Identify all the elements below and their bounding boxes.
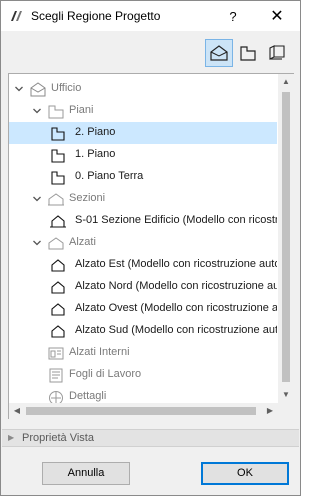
chevron-down-icon[interactable] xyxy=(14,84,24,94)
tree-item[interactable]: Ufficio xyxy=(9,78,277,100)
house-icon xyxy=(210,45,228,61)
vertical-scrollbar[interactable]: ▲ ▼ xyxy=(278,74,294,403)
tree-item[interactable]: 0. Piano Terra xyxy=(9,166,277,188)
worksheet-icon xyxy=(49,368,63,383)
layout-book-icon xyxy=(269,45,285,60)
tree-item-label: 2. Piano xyxy=(75,126,116,138)
tree-item[interactable]: Alzato Sud (Modello con ricostruzione au… xyxy=(9,320,277,342)
tree-item[interactable]: Fogli di Lavoro xyxy=(9,364,277,386)
tree-item-label: Alzato Ovest (Modello con ricostruzione … xyxy=(75,302,277,314)
project-map-view-button[interactable] xyxy=(205,39,233,67)
tree-item-label: Ufficio xyxy=(51,82,82,94)
tree-item-label: 1. Piano xyxy=(75,148,116,160)
scrollbar-corner xyxy=(278,403,294,419)
project-house-icon xyxy=(30,82,46,97)
section-folder-icon xyxy=(48,193,64,206)
floorplan-icon xyxy=(51,171,65,185)
tree-item-label: Alzato Sud (Modello con ricostruzione au… xyxy=(75,324,277,336)
elevation-icon xyxy=(51,281,65,294)
tree-item-label: Dettagli xyxy=(69,390,107,402)
floorplan-icon xyxy=(51,149,65,163)
horizontal-scroll-thumb[interactable] xyxy=(26,407,256,415)
chevron-down-icon[interactable] xyxy=(32,106,42,116)
tree-item[interactable]: Piani xyxy=(9,100,277,122)
tree-item[interactable]: Alzato Nord (Modello con ricostruzione a… xyxy=(9,276,277,298)
tree-item-label: Piani xyxy=(69,104,94,116)
tree-item-label: Alzati Interni xyxy=(69,346,130,358)
tree-item[interactable]: S-01 Sezione Edificio (Modello con ricos… xyxy=(9,210,277,232)
scroll-up-icon[interactable]: ▲ xyxy=(278,74,294,90)
app-icon xyxy=(11,11,22,21)
horizontal-scrollbar[interactable]: ◀ ▶ xyxy=(9,403,278,419)
section-icon xyxy=(50,215,66,228)
floorplan-folder-icon xyxy=(48,105,64,119)
project-tree[interactable]: Dettagli Fogli di Lavoro Alzati Interni Alz… xyxy=(8,73,294,419)
view-map-view-button[interactable] xyxy=(234,39,262,67)
chevron-down-icon[interactable] xyxy=(32,238,42,248)
tree-item-label: S-01 Sezione Edificio (Modello con ricos… xyxy=(75,214,277,226)
tree-item-label: 0. Piano Terra xyxy=(75,170,144,182)
title-bar: Scegli Regione Progetto ? ✕ xyxy=(1,1,300,31)
tree-item-label: Fogli di Lavoro xyxy=(69,368,142,380)
close-button[interactable]: ✕ xyxy=(263,6,291,28)
elevation-icon xyxy=(51,325,65,338)
scroll-down-icon[interactable]: ▼ xyxy=(278,387,294,403)
tree-item[interactable]: 2. Piano xyxy=(9,122,277,144)
floorplan-view-icon xyxy=(240,46,256,61)
expand-arrow-icon[interactable]: ▶ xyxy=(8,433,14,442)
tree-item-label: Alzato Est (Modello con ricostruzione au… xyxy=(75,258,277,270)
elevation-icon xyxy=(51,303,65,316)
tree-item-label: Sezioni xyxy=(69,192,106,204)
chevron-down-icon[interactable] xyxy=(32,194,42,204)
floorplan-icon xyxy=(51,127,65,141)
tree-item[interactable]: Alzato Ovest (Modello con ricostruzione … xyxy=(9,298,277,320)
tree-item-label: Alzato Nord (Modello con ricostruzione a… xyxy=(75,280,277,292)
tree-item[interactable]: Alzati Interni xyxy=(9,342,277,364)
scroll-left-icon[interactable]: ◀ xyxy=(9,403,25,419)
tree-item[interactable]: 1. Piano xyxy=(9,144,277,166)
vertical-scroll-thumb[interactable] xyxy=(282,92,290,382)
view-mode-toolbar xyxy=(205,39,291,69)
interior-elevation-icon xyxy=(48,347,64,360)
elevation-folder-icon xyxy=(48,237,64,250)
tree-item[interactable]: Alzati xyxy=(9,232,277,254)
scroll-right-icon[interactable]: ▶ xyxy=(262,403,278,419)
cancel-button[interactable]: Annulla xyxy=(42,462,130,485)
layout-book-view-button[interactable] xyxy=(263,39,291,67)
properties-bar[interactable]: ▶ Proprietà Vista xyxy=(2,429,299,447)
elevation-icon xyxy=(51,259,65,272)
help-button[interactable]: ? xyxy=(219,6,247,28)
properties-label: Proprietà Vista xyxy=(22,432,94,444)
dialog-window: Scegli Regione Progetto ? ✕ Dettagli Fogl… xyxy=(0,0,301,496)
tree-item-label: Alzati xyxy=(69,236,96,248)
tree-item[interactable]: Alzato Est (Modello con ricostruzione au… xyxy=(9,254,277,276)
ok-button[interactable]: OK xyxy=(201,462,289,485)
tree-item[interactable]: Sezioni xyxy=(9,188,277,210)
dialog-title: Scegli Regione Progetto xyxy=(31,9,161,23)
